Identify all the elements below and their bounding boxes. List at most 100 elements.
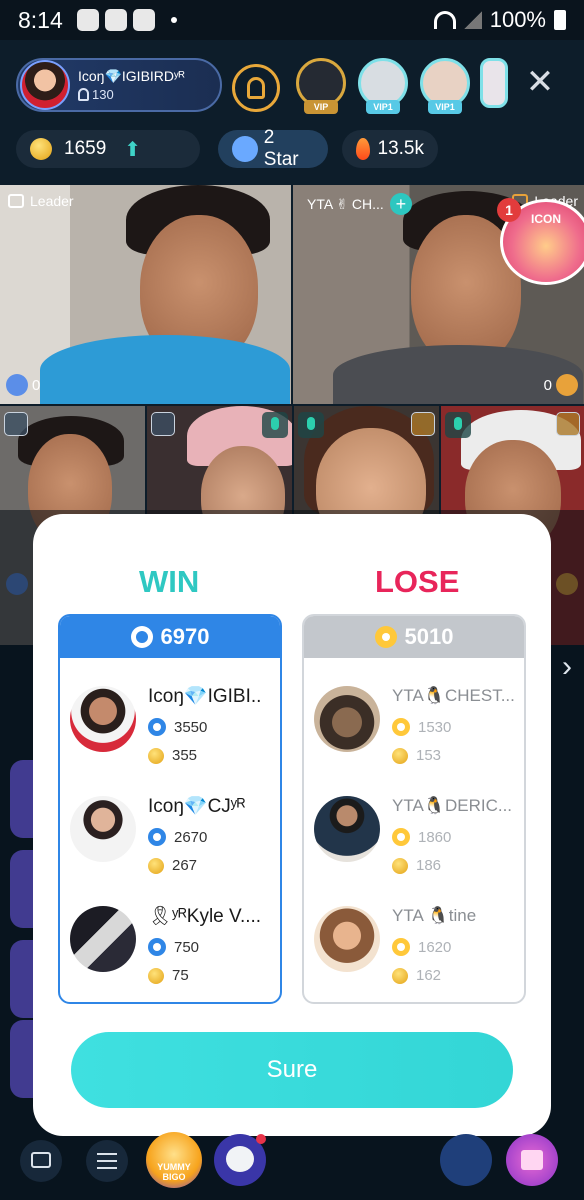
gift-button[interactable] bbox=[506, 1134, 558, 1186]
vip-tag: VIP bbox=[304, 100, 338, 114]
icon-sticker-badge[interactable]: 1 ICON bbox=[497, 198, 584, 285]
member-label: YTA ✌ CH... + bbox=[307, 193, 412, 215]
star-icon bbox=[232, 136, 258, 162]
shield-icon bbox=[556, 412, 580, 436]
heat-stat[interactable]: 13.5k bbox=[342, 130, 438, 168]
lose-total-header: 5010 bbox=[304, 616, 524, 658]
player-avatar[interactable] bbox=[314, 686, 380, 752]
rose-gift-button[interactable] bbox=[440, 1134, 492, 1186]
coin-icon bbox=[148, 857, 164, 874]
bottom-toolbar: YUMMY BIGO bbox=[0, 1128, 584, 1200]
lose-player-row[interactable]: YTA🐧DERIC... 1860 186 bbox=[314, 788, 518, 888]
menu-button[interactable] bbox=[86, 1140, 128, 1182]
tile-star-count: 0 bbox=[6, 374, 40, 396]
mic-icon[interactable] bbox=[298, 412, 324, 438]
star-level: 2 Star bbox=[263, 127, 299, 170]
coin-icon bbox=[392, 967, 408, 984]
player-stars: 1530 bbox=[392, 718, 451, 736]
lose-player-row[interactable]: YTA 🐧tine 1620 162 bbox=[314, 898, 518, 998]
leader-icon bbox=[8, 194, 24, 208]
star-icon bbox=[392, 938, 410, 956]
player-stars-value: 1620 bbox=[418, 938, 452, 956]
signal-icon bbox=[463, 11, 482, 29]
viewer-vip-badge[interactable]: VIP bbox=[292, 52, 350, 116]
chat-button[interactable] bbox=[20, 1140, 62, 1182]
sure-button[interactable]: Sure bbox=[71, 1032, 513, 1108]
coin-stat[interactable]: 1659 ⬆ bbox=[16, 130, 200, 168]
player-avatar[interactable] bbox=[70, 796, 136, 862]
video-tile[interactable]: Leader 0 bbox=[0, 185, 291, 404]
battery-icon bbox=[554, 10, 566, 30]
player-stars: 2670 bbox=[148, 828, 207, 846]
mic-icon[interactable] bbox=[262, 412, 288, 438]
shield-icon bbox=[151, 412, 175, 436]
star-level-stat[interactable]: 2 Star bbox=[218, 127, 328, 170]
arrow-up-icon: ⬆ bbox=[124, 138, 142, 161]
video-tile[interactable]: YTA ✌ CH... + Leader 1 ICON 0 bbox=[293, 185, 584, 404]
star-icon bbox=[392, 718, 410, 736]
player-stars-value: 3550 bbox=[174, 718, 208, 736]
player-stars: 3550 bbox=[148, 718, 207, 736]
shield-icon bbox=[4, 412, 28, 436]
host-avatar[interactable] bbox=[20, 60, 70, 110]
player-coins-value: 355 bbox=[172, 747, 198, 764]
battery-percent: 100% bbox=[489, 7, 546, 32]
weather-icon bbox=[132, 9, 155, 31]
player-avatar[interactable] bbox=[70, 686, 136, 752]
player-stars-value: 750 bbox=[174, 938, 200, 956]
coin-icon bbox=[392, 857, 408, 874]
heat-count: 13.5k bbox=[377, 138, 424, 159]
pet-button[interactable] bbox=[214, 1134, 266, 1186]
status-right: 100% bbox=[433, 7, 566, 33]
player-coins-value: 153 bbox=[416, 747, 442, 764]
mic-icon[interactable] bbox=[445, 412, 471, 438]
lose-player-row[interactable]: YTA🐧CHEST... 1530 153 bbox=[314, 678, 518, 778]
player-name: YTA🐧CHEST... bbox=[392, 686, 515, 705]
shield-icon bbox=[411, 412, 435, 436]
viewer-vip-badge[interactable]: VIP1 bbox=[354, 52, 412, 116]
star-icon bbox=[148, 828, 166, 846]
player-avatar[interactable] bbox=[70, 906, 136, 972]
player-name: YTA🐧DERIC... bbox=[392, 796, 513, 815]
player-coins-value: 75 bbox=[172, 967, 189, 984]
host-fans-count: 130 bbox=[92, 87, 114, 102]
host-fans: 130 bbox=[78, 87, 185, 102]
yummy-bigo-button[interactable]: YUMMY BIGO bbox=[146, 1132, 202, 1188]
flame-icon bbox=[356, 138, 370, 160]
player-stars: 1860 bbox=[392, 828, 451, 846]
close-button[interactable]: ✕ bbox=[522, 64, 558, 100]
viewer-vip-badge[interactable]: VIP1 bbox=[416, 52, 474, 116]
chat-icon bbox=[31, 1152, 51, 1168]
coin-icon bbox=[148, 747, 164, 764]
more-notifications-icon bbox=[170, 17, 177, 23]
ranking-button[interactable] bbox=[232, 64, 280, 112]
star-icon bbox=[374, 626, 397, 648]
win-team-panel: 6970 Icoŋ💎IGIBI.. 3550 355 Icoŋ💎CJʸᴿ 267… bbox=[58, 614, 282, 1004]
member-name: YTA ✌ CH... bbox=[307, 195, 384, 212]
win-player-row[interactable]: 🎗ʸᴿKyle V.... 750 75 bbox=[70, 898, 274, 998]
notification-dot bbox=[256, 1134, 266, 1144]
player-coins-value: 186 bbox=[416, 857, 442, 874]
list-icon bbox=[97, 1153, 117, 1169]
star-icon bbox=[148, 718, 166, 736]
star-icon bbox=[130, 626, 153, 648]
win-player-row[interactable]: Icoŋ💎IGIBI.. 3550 355 bbox=[70, 678, 274, 778]
status-bar: 8:14 100% bbox=[0, 0, 584, 40]
star-icon bbox=[148, 938, 166, 956]
host-profile-pill[interactable]: Icoŋ💎IGIBIRDʸᴿ 130 bbox=[16, 58, 222, 112]
player-coins-value: 162 bbox=[416, 967, 442, 984]
player-avatar[interactable] bbox=[314, 796, 380, 862]
room-header: Icoŋ💎IGIBIRDʸᴿ 130 VIP VIP1 VIP1 ✕ bbox=[0, 40, 584, 128]
viewer-vip-badge[interactable] bbox=[476, 52, 508, 116]
vip-tag: VIP1 bbox=[428, 100, 462, 114]
player-name: 🎗ʸᴿKyle V.... bbox=[148, 906, 262, 927]
coin-icon bbox=[392, 747, 408, 764]
win-player-row[interactable]: Icoŋ💎CJʸᴿ 2670 267 bbox=[70, 788, 274, 888]
chevron-right-icon[interactable]: › bbox=[562, 650, 572, 684]
follow-add-button[interactable]: + bbox=[389, 193, 412, 215]
player-avatar[interactable] bbox=[314, 906, 380, 972]
coin-count: 1659 bbox=[64, 138, 107, 159]
person-icon bbox=[78, 88, 89, 101]
win-total: 6970 bbox=[160, 624, 210, 649]
leader-label: Leader bbox=[8, 193, 74, 209]
